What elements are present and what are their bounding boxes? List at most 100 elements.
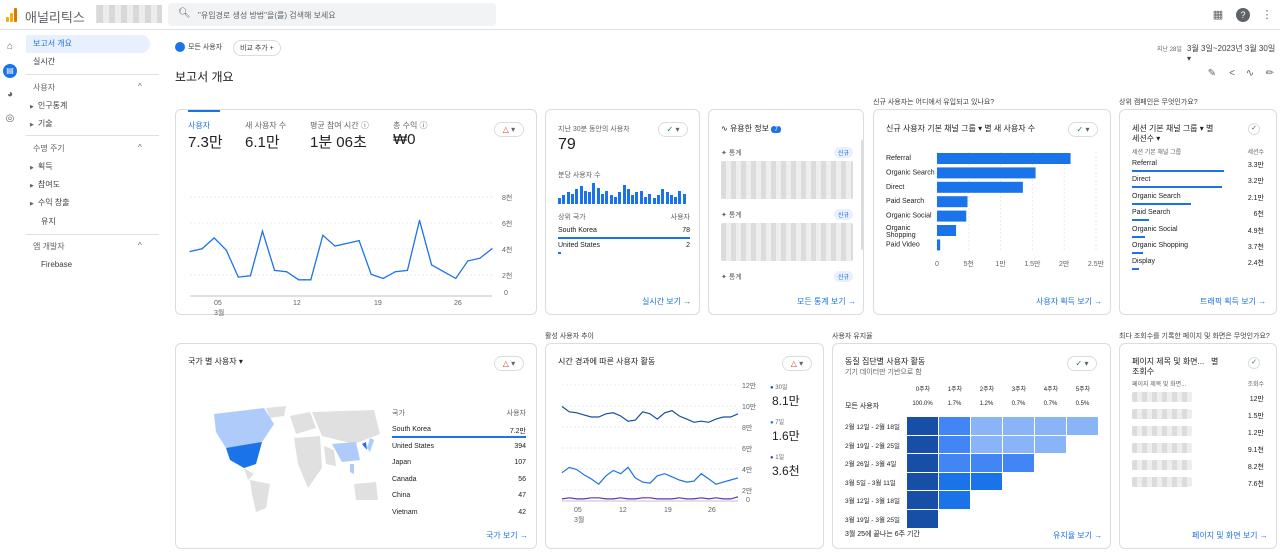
pages-title-2[interactable]: 조회수 — [1132, 366, 1154, 377]
channel-bar — [937, 239, 941, 251]
session-row-bar — [1132, 219, 1150, 222]
reports-icon[interactable]: ▤ — [3, 64, 17, 78]
nav-monetization[interactable]: ▶ 수익 창출 — [30, 197, 70, 208]
session-row-value: 6천 — [1253, 211, 1264, 219]
realtime-link[interactable]: 실시간 보기 → — [642, 296, 691, 307]
section-lifecycle[interactable]: 수명 주기 ^ — [33, 143, 157, 154]
acq-link[interactable]: 사용자 획득 보기 → — [1036, 296, 1102, 307]
check-icon[interactable]: ✓ — [1248, 357, 1260, 369]
insights-count-badge: 7 — [771, 126, 782, 133]
y-tick: 6만 — [742, 446, 753, 453]
warning-status-pill[interactable]: △ ▾ — [494, 356, 524, 371]
nav-realtime[interactable]: 실시간 — [26, 53, 150, 71]
users-point — [189, 250, 191, 253]
all-users-chip[interactable]: 모든 사용자 — [175, 42, 222, 53]
expand-arrow-icon: ▶ — [30, 122, 34, 128]
cohort-cell — [1003, 417, 1034, 435]
more-vert-icon[interactable]: ⋮ — [1260, 8, 1274, 22]
country-title[interactable]: 국가 별 사용자 ▾ — [188, 356, 243, 367]
cohort-week-header: 3주차 — [1011, 387, 1027, 393]
channel-bar — [937, 153, 1071, 164]
nav-firebase[interactable]: Firebase — [41, 260, 72, 269]
legend-1d: ● 1일 — [770, 455, 785, 461]
cohort-all-value: 0.7% — [1043, 401, 1058, 407]
customize-icon[interactable]: ✎ — [1205, 68, 1219, 82]
search-input[interactable]: 🔍︎ "유입경로 생성 방법"을(를) 검색해 보세요 — [168, 3, 496, 26]
insights-icon[interactable]: ∿ — [1243, 68, 1257, 82]
analytics-logo[interactable] — [6, 8, 18, 22]
check-icon[interactable]: ✓ — [1248, 123, 1260, 135]
share-icon[interactable]: < — [1225, 68, 1239, 82]
world-map[interactable] — [204, 404, 384, 514]
app-title[interactable]: 애널리틱스 — [25, 7, 85, 26]
nav-acquisition[interactable]: ▶ 획득 — [30, 161, 53, 172]
x-tick: 19 — [664, 507, 672, 514]
cohort-cell — [1003, 454, 1034, 472]
arrow-right-icon: → — [1094, 531, 1103, 540]
nav-retention[interactable]: 유지 — [41, 216, 56, 227]
pages-title-by: 별 — [1211, 357, 1219, 366]
insight-content-blurred[interactable] — [721, 161, 853, 199]
minute-bar — [669, 195, 673, 204]
check-icon: ✓ — [666, 125, 674, 134]
apps-grid-icon[interactable]: ▦ — [1211, 8, 1225, 22]
insight-content-blurred[interactable] — [721, 223, 853, 261]
channel-bar — [937, 225, 957, 236]
minute-bar — [644, 196, 647, 204]
ok-status-pill[interactable]: ✓ ▾ — [1067, 356, 1097, 371]
series-1d-line — [561, 496, 739, 500]
cohort-footer: 3월 25에 끝나는 6주 기간 — [845, 531, 920, 538]
new-badge: 신규 — [834, 209, 854, 220]
expand-arrow-icon: ▶ — [30, 183, 34, 189]
edit-icon[interactable]: ✏ — [1263, 68, 1277, 82]
all-insights-link[interactable]: 모든 통계 보기 → — [797, 296, 856, 307]
users-point — [298, 279, 300, 281]
explore-icon[interactable]: ◕ — [3, 88, 17, 102]
add-compare-button[interactable]: 비교 추가 + — [233, 40, 281, 56]
traffic-link[interactable]: 트래픽 획득 보기 → — [1200, 296, 1266, 307]
nav-demographics[interactable]: ▶ 인구통계 — [30, 100, 67, 111]
channel-label: Paid Video — [886, 241, 920, 248]
advertising-icon[interactable]: ◎ — [3, 112, 17, 126]
users-point — [467, 260, 469, 262]
x-tick: 0 — [935, 261, 939, 268]
per-minute-bars — [558, 182, 688, 204]
cohort-section-label: 사용자 유지율 — [832, 333, 873, 340]
page-title: 보고서 개요 — [175, 70, 234, 84]
cohort-cell — [939, 491, 970, 509]
channel-label: Organic Shopping — [886, 225, 916, 239]
minute-bar — [558, 198, 561, 204]
country-col-2: 사용자 — [506, 410, 526, 417]
section-user[interactable]: 사용자 ^ — [33, 82, 157, 93]
users-point — [273, 269, 276, 271]
x-tick: 1만 — [995, 259, 1006, 268]
help-icon[interactable]: ? — [1236, 8, 1250, 22]
nav-engagement[interactable]: ▶ 참여도 — [30, 179, 60, 190]
nav-tech[interactable]: ▶ 기술 — [30, 118, 53, 129]
section-dev[interactable]: 앱 개발자 ^ — [33, 241, 157, 252]
legend-7d-value: 1.6만 — [772, 429, 800, 443]
minute-bar — [661, 189, 665, 204]
col-users: 사용자 — [670, 214, 690, 221]
channel-label: Organic Social — [886, 213, 932, 220]
pages-link[interactable]: 페이지 및 화면 보기 → — [1192, 530, 1268, 541]
left-rail: ⌂ ▤ ◕ ◎ — [0, 30, 20, 557]
cohort-row-label: 3월 19일 - 3월 25일 — [845, 517, 900, 524]
retention-link[interactable]: 유지율 보기 → — [1053, 530, 1102, 541]
country-link[interactable]: 국가 보기 → — [486, 530, 528, 541]
nav-overview[interactable]: 보고서 개요 — [26, 35, 150, 53]
ok-status-pill[interactable]: ✓ ▾ — [658, 122, 688, 137]
session-title-2[interactable]: 세션수 ▾ — [1132, 133, 1160, 144]
users-point — [322, 234, 324, 236]
y-tick: 4천 — [502, 247, 513, 254]
home-icon[interactable]: ⌂ — [3, 40, 17, 54]
legend-30d: ● 30일 — [770, 385, 788, 391]
segment-icon — [175, 42, 185, 53]
insight-item-label: ✦ 통계 — [721, 150, 742, 157]
pages-card: 페이지 제목 및 화면... 별 조회수 ✓ 페이지 제목 및 화면... 조회… — [1119, 343, 1277, 549]
pages-col-1: 페이지 제목 및 화면... — [1132, 382, 1187, 388]
account-selector[interactable] — [96, 5, 162, 23]
scrollbar[interactable] — [861, 140, 864, 250]
date-range-picker[interactable]: 3월 3일~2023년 3월 30일 ▾ — [1187, 43, 1280, 63]
users-point — [213, 237, 215, 239]
